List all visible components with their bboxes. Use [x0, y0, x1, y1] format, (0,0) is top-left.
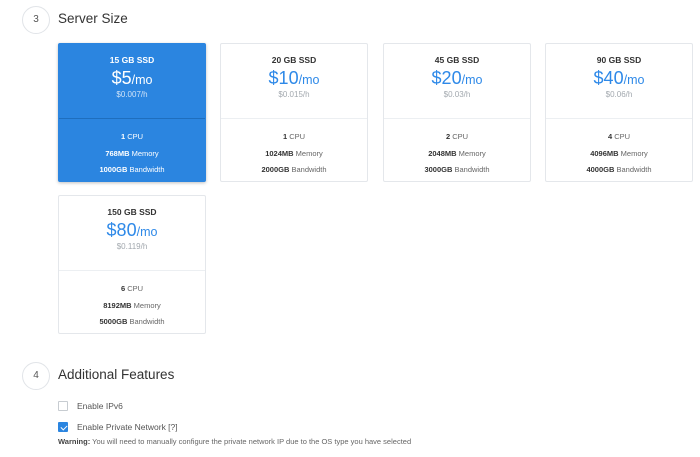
plan-memory: 1024MB Memory	[265, 148, 323, 158]
plan-bandwidth: 1000GB Bandwidth	[99, 165, 165, 174]
plan-cpu: 2 CPU	[445, 132, 469, 141]
plan-specs: 1 CPU 768MB Memory 1000GB Bandwidth	[59, 119, 205, 179]
plan-name: 15 GB SSD	[109, 55, 155, 65]
enable-private-network-checkbox[interactable]	[58, 422, 68, 432]
plan-name: 45 GB SSD	[434, 55, 480, 65]
enable-ipv6-label[interactable]: Enable IPv6	[77, 401, 123, 411]
plan-memory: 4096MB Memory	[590, 148, 648, 158]
plan-price: $10/mo	[268, 68, 320, 88]
plan-card-150gb[interactable]: 150 GB SSD $80/mo $0.119/h 6 CPU 8192MB …	[58, 195, 206, 334]
plan-price: $5/mo	[111, 68, 153, 88]
plan-bandwidth: 5000GB Bandwidth	[99, 317, 165, 326]
plan-bandwidth: 3000GB Bandwidth	[424, 165, 490, 174]
plan-cpu: 6 CPU	[120, 284, 144, 293]
warning-label: Warning:	[58, 437, 91, 446]
plan-name: 90 GB SSD	[596, 55, 642, 65]
plan-card-45gb[interactable]: 45 GB SSD $20/mo $0.03/h 2 CPU 2048MB Me…	[383, 43, 531, 182]
plan-cpu: 1 CPU	[282, 132, 306, 141]
plan-memory: 2048MB Memory	[428, 148, 486, 158]
plan-hourly-price: $0.119/h	[116, 242, 148, 251]
plan-hourly-price: $0.015/h	[278, 90, 310, 99]
warning-text: You will need to manually configure the …	[90, 437, 412, 446]
plan-bandwidth: 4000GB Bandwidth	[586, 165, 652, 174]
enable-ipv6-checkbox[interactable]	[58, 401, 68, 411]
plan-cpu: 4 CPU	[607, 132, 631, 141]
plan-cpu: 1 CPU	[120, 132, 144, 141]
plan-name: 150 GB SSD	[107, 207, 157, 217]
plan-specs: 4 CPU 4096MB Memory 4000GB Bandwidth	[546, 119, 692, 179]
enable-private-network-label[interactable]: Enable Private Network [?]	[77, 422, 178, 432]
plan-card-90gb[interactable]: 90 GB SSD $40/mo $0.06/h 4 CPU 4096MB Me…	[545, 43, 693, 182]
plan-hourly-price: $0.007/h	[116, 90, 148, 99]
plan-price: $20/mo	[431, 68, 483, 88]
enable-private-network-option[interactable]: Enable Private Network [?]	[58, 422, 178, 432]
plan-specs: 2 CPU 2048MB Memory 3000GB Bandwidth	[384, 119, 530, 179]
plan-hourly-price: $0.06/h	[605, 90, 633, 99]
enable-ipv6-option[interactable]: Enable IPv6	[58, 401, 123, 411]
step-number-4: 4	[22, 362, 50, 390]
private-network-warning: Warning: You will need to manually confi…	[58, 437, 411, 446]
plan-price: $40/mo	[593, 68, 645, 88]
plan-memory: 768MB Memory	[105, 148, 159, 158]
step-number-3: 3	[22, 6, 50, 34]
plan-bandwidth: 2000GB Bandwidth	[261, 165, 327, 174]
plan-hourly-price: $0.03/h	[443, 90, 471, 99]
plan-specs: 6 CPU 8192MB Memory 5000GB Bandwidth	[59, 271, 205, 331]
section-title-additional-features: Additional Features	[58, 367, 175, 382]
plan-price: $80/mo	[106, 220, 158, 240]
plan-memory: 8192MB Memory	[103, 300, 161, 310]
plan-card-15gb[interactable]: 15 GB SSD $5/mo $0.007/h 1 CPU 768MB Mem…	[58, 43, 206, 182]
plan-card-20gb[interactable]: 20 GB SSD $10/mo $0.015/h 1 CPU 1024MB M…	[220, 43, 368, 182]
plan-specs: 1 CPU 1024MB Memory 2000GB Bandwidth	[221, 119, 367, 179]
section-title-server-size: Server Size	[58, 11, 128, 26]
plan-name: 20 GB SSD	[271, 55, 317, 65]
